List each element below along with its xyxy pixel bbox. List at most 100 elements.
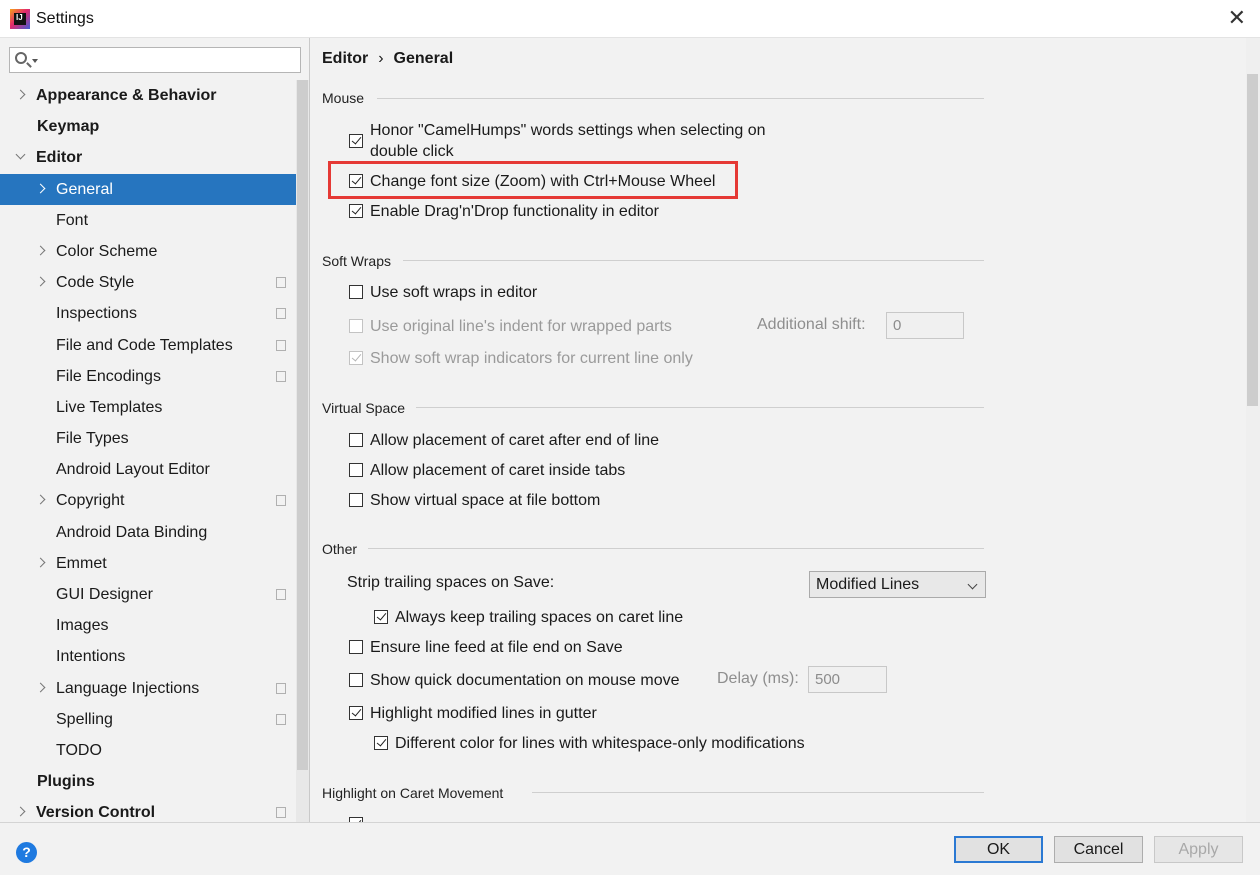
breadcrumb-current: General <box>393 50 454 67</box>
intellij-logo-icon: IJ <box>10 9 30 29</box>
section-title-other: Other <box>322 541 358 557</box>
settings-sidebar: Appearance & Behavior Keymap Editor General… <box>0 38 310 822</box>
project-scope-icon <box>273 336 286 351</box>
chevron-right-icon[interactable] <box>15 89 26 100</box>
sidebar-item-live-templates[interactable]: Live Templates <box>0 392 296 423</box>
whitespace-color-checkbox[interactable] <box>374 736 388 750</box>
sidebar-item-label: Code Style <box>56 274 135 292</box>
soft-wraps-checkbox[interactable] <box>349 285 363 299</box>
sidebar-item-images[interactable]: Images <box>0 610 296 641</box>
sidebar-item-label: Color Scheme <box>56 242 158 260</box>
chevron-down-icon[interactable] <box>15 149 26 160</box>
title-bar: IJ Settings ✕ <box>0 0 1260 38</box>
chevron-right-icon[interactable] <box>15 806 26 817</box>
sidebar-item-spelling[interactable]: Spelling <box>0 704 296 735</box>
sidebar-item-font[interactable]: Font <box>0 205 296 236</box>
chevron-right-icon[interactable] <box>35 183 46 194</box>
sidebar-item-label: TODO <box>56 741 102 759</box>
search-input[interactable] <box>9 47 301 73</box>
sidebar-item-label: Keymap <box>37 118 100 136</box>
virtual-space-bottom-checkbox[interactable] <box>349 493 363 507</box>
window-title: Settings <box>36 10 94 27</box>
cancel-button[interactable]: Cancel <box>1054 836 1143 863</box>
sidebar-item-label: Spelling <box>56 710 113 728</box>
section-divider <box>416 407 984 408</box>
chevron-right-icon[interactable] <box>35 494 46 505</box>
content-scrollbar[interactable] <box>1246 38 1260 822</box>
sidebar-item-label: File Encodings <box>56 367 161 385</box>
sidebar-item-label: Inspections <box>56 305 137 323</box>
section-title-virtual-space: Virtual Space <box>322 400 406 416</box>
sidebar-item-label: General <box>56 180 113 198</box>
sidebar-item-todo[interactable]: TODO <box>0 735 296 766</box>
project-scope-icon <box>273 710 286 725</box>
sidebar-item-label: GUI Designer <box>56 586 153 603</box>
help-icon[interactable]: ? <box>16 842 37 863</box>
sidebar-item-copyright[interactable]: Copyright <box>0 485 296 516</box>
sidebar-item-appearance-behavior[interactable]: Appearance & Behavior <box>0 80 296 111</box>
caret-inside-tabs-checkbox[interactable] <box>349 463 363 477</box>
chevron-right-icon[interactable] <box>35 557 46 568</box>
sidebar-item-file-encodings[interactable]: File Encodings <box>0 361 296 392</box>
settings-content: Editor › General Mouse Honor "CamelHumps" … <box>310 38 1260 822</box>
wrap-indicators-checkbox[interactable] <box>349 351 363 365</box>
line-feed-label: Ensure line feed at file end on Save <box>370 639 623 656</box>
camelhumps-label: Honor "CamelHumps" words settings when s… <box>370 122 766 160</box>
breadcrumb-parent: Editor <box>322 50 369 67</box>
wrap-indicators-label: Show soft wrap indicators for current li… <box>370 350 693 367</box>
whitespace-color-label: Different color for lines with whitespac… <box>395 735 805 752</box>
highlight-annotation-box <box>328 161 738 199</box>
camelhumps-checkbox[interactable] <box>349 134 363 148</box>
sidebar-item-color-scheme[interactable]: Color Scheme <box>0 236 296 267</box>
highlight-gutter-checkbox[interactable] <box>349 706 363 720</box>
ok-button[interactable]: OK <box>954 836 1043 863</box>
sidebar-item-plugins[interactable]: Plugins <box>0 766 296 797</box>
sidebar-item-keymap[interactable]: Keymap <box>0 111 296 142</box>
settings-tree: Appearance & Behavior Keymap Editor General… <box>0 80 296 829</box>
soft-wraps-label: Use soft wraps in editor <box>370 284 538 301</box>
sidebar-scrollbar[interactable] <box>296 80 309 822</box>
search-dropdown-icon[interactable] <box>32 59 38 63</box>
content-scrollbar-thumb[interactable] <box>1247 74 1258 406</box>
sidebar-item-android-data-binding[interactable]: Android Data Binding <box>0 517 296 548</box>
sidebar-item-code-style[interactable]: Code Style <box>0 267 296 298</box>
sidebar-item-general[interactable]: General <box>0 173 296 205</box>
section-title-soft-wraps: Soft Wraps <box>322 253 391 269</box>
sidebar-item-label: Language Injections <box>56 679 200 697</box>
sidebar-item-label: Intentions <box>56 648 126 666</box>
dragdrop-checkbox[interactable] <box>349 204 363 218</box>
sidebar-item-emmet[interactable]: Emmet <box>0 548 296 579</box>
apply-button[interactable]: Apply <box>1154 836 1243 863</box>
strip-trailing-select[interactable]: Modified Lines <box>809 571 986 598</box>
sidebar-item-gui-designer[interactable]: GUI Designer <box>0 579 296 610</box>
chevron-right-icon[interactable] <box>35 276 46 287</box>
quick-doc-checkbox[interactable] <box>349 673 363 687</box>
strip-trailing-value: Modified Lines <box>816 576 920 593</box>
original-indent-checkbox[interactable] <box>349 319 363 333</box>
sidebar-item-label: Emmet <box>56 554 107 572</box>
sidebar-item-intentions[interactable]: Intentions <box>0 641 296 672</box>
project-scope-icon <box>273 586 286 600</box>
delay-input[interactable]: 500 <box>808 666 887 693</box>
sidebar-scrollbar-thumb[interactable] <box>297 80 308 770</box>
chevron-right-icon[interactable] <box>35 245 46 256</box>
sidebar-item-label: Android Layout Editor <box>56 461 210 479</box>
keep-caret-spaces-checkbox[interactable] <box>374 610 388 624</box>
caret-after-end-label: Allow placement of caret after end of li… <box>370 432 660 449</box>
caret-inside-tabs-label: Allow placement of caret inside tabs <box>370 462 626 479</box>
sidebar-item-file-and-code-templates[interactable]: File and Code Templates <box>0 330 296 361</box>
sidebar-item-editor[interactable]: Editor <box>0 142 296 173</box>
strip-trailing-label: Strip trailing spaces on Save: <box>347 574 555 591</box>
chevron-right-icon[interactable] <box>35 682 46 693</box>
close-icon[interactable]: ✕ <box>1228 6 1246 30</box>
project-scope-icon <box>273 679 286 694</box>
sidebar-item-language-injections[interactable]: Language Injections <box>0 673 296 704</box>
section-divider <box>377 98 984 99</box>
sidebar-item-inspections[interactable]: Inspections <box>0 298 296 329</box>
project-scope-icon <box>273 492 286 507</box>
sidebar-item-android-layout-editor[interactable]: Android Layout Editor <box>0 454 296 485</box>
line-feed-checkbox[interactable] <box>349 640 363 654</box>
additional-shift-input[interactable]: 0 <box>886 312 964 339</box>
sidebar-item-file-types[interactable]: File Types <box>0 423 296 454</box>
caret-after-end-checkbox[interactable] <box>349 433 363 447</box>
